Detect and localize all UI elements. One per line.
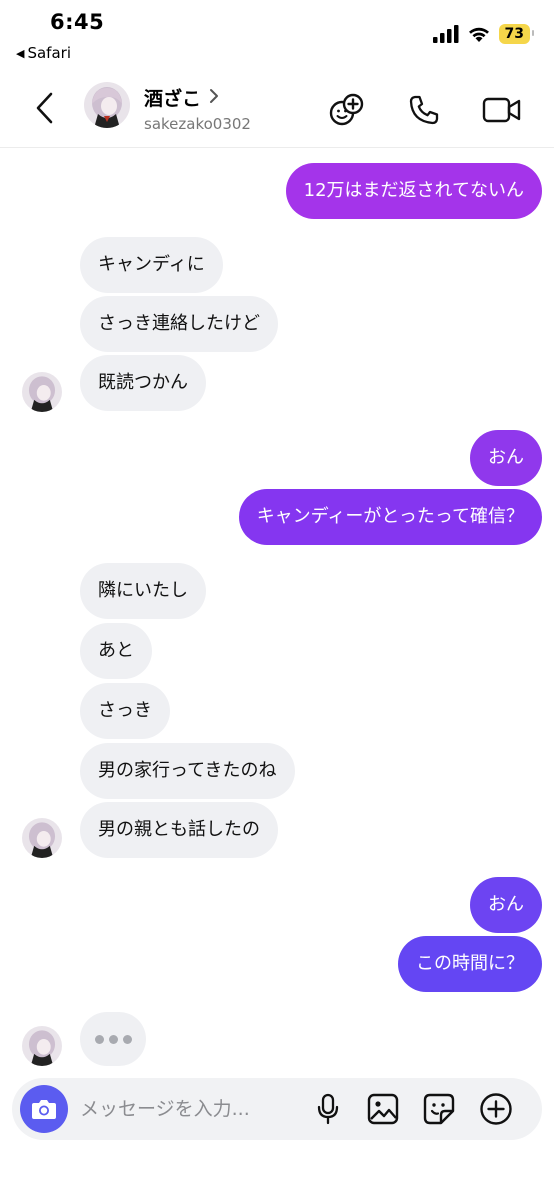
status-bar: 6:45 ◀ Safari 73 <box>0 0 554 70</box>
message-bubble-incoming[interactable]: キャンディに <box>80 237 223 293</box>
plus-circle-icon <box>480 1093 512 1125</box>
message-bubble-outgoing[interactable]: おん <box>470 430 542 486</box>
add-people-button[interactable] <box>326 90 366 130</box>
message-input[interactable] <box>80 1093 300 1125</box>
add-people-icon <box>329 93 364 126</box>
contact-info[interactable]: 酒ざこ sakezako0302 <box>144 84 251 133</box>
sender-avatar[interactable] <box>22 818 62 858</box>
sender-avatar[interactable] <box>22 372 62 412</box>
contact-handle: sakezako0302 <box>144 115 251 133</box>
camera-button[interactable] <box>20 1085 68 1133</box>
phone-icon <box>409 95 439 125</box>
voice-message-button[interactable] <box>310 1091 346 1127</box>
message-bubble-outgoing[interactable]: 12万はまだ返されてないん <box>285 163 542 219</box>
video-call-button[interactable] <box>482 90 522 130</box>
wifi-icon <box>468 27 489 42</box>
contact-avatar[interactable] <box>84 82 130 128</box>
contact-name: 酒ざこ <box>144 88 202 110</box>
message-bubble-incoming[interactable]: さっき <box>80 683 170 739</box>
signal-icon <box>432 25 459 43</box>
microphone-icon <box>317 1093 339 1125</box>
back-triangle-icon: ◀ <box>16 46 25 60</box>
more-actions-button[interactable] <box>478 1091 514 1127</box>
sticker-button[interactable] <box>421 1091 457 1127</box>
typing-dot <box>122 1034 132 1044</box>
camera-icon <box>32 1100 56 1119</box>
gallery-icon <box>367 1093 399 1125</box>
gallery-button[interactable] <box>365 1091 401 1127</box>
back-button[interactable] <box>30 88 60 128</box>
message-bubble-incoming[interactable]: 男の親とも話したの <box>80 802 278 858</box>
chat-header: 酒ざこ sakezako0302 <box>0 70 554 148</box>
battery-indicator: 73 <box>498 24 535 44</box>
back-app-label: Safari <box>27 44 71 62</box>
message-bubble-incoming[interactable]: さっき連絡したけど <box>80 296 278 352</box>
message-bubble-outgoing[interactable]: キャンディーがとったって確信？ <box>238 489 542 545</box>
sender-avatar[interactable] <box>22 1026 62 1066</box>
back-chevron-icon <box>36 92 53 124</box>
video-camera-icon <box>482 97 521 123</box>
status-icons: 73 <box>432 24 535 44</box>
phone-call-button[interactable] <box>404 90 444 130</box>
typing-indicator <box>80 1012 146 1066</box>
message-bubble-incoming[interactable]: あと <box>80 623 152 679</box>
typing-dot <box>108 1034 118 1044</box>
sticker-icon <box>423 1093 455 1125</box>
message-bubble-outgoing[interactable]: おん <box>470 877 542 933</box>
chevron-right-icon <box>209 88 219 108</box>
typing-dot <box>94 1034 104 1044</box>
status-time: 6:45 <box>50 10 105 34</box>
message-bubble-incoming[interactable]: 既読つかん <box>80 355 206 411</box>
message-bubble-incoming[interactable]: 隣にいたし <box>80 563 206 619</box>
message-bubble-incoming[interactable]: 男の家行ってきたのね <box>80 743 295 799</box>
message-bubble-outgoing[interactable]: この時間に？ <box>398 936 542 992</box>
message-composer <box>12 1078 542 1140</box>
back-to-app-link[interactable]: ◀ Safari <box>16 44 71 62</box>
